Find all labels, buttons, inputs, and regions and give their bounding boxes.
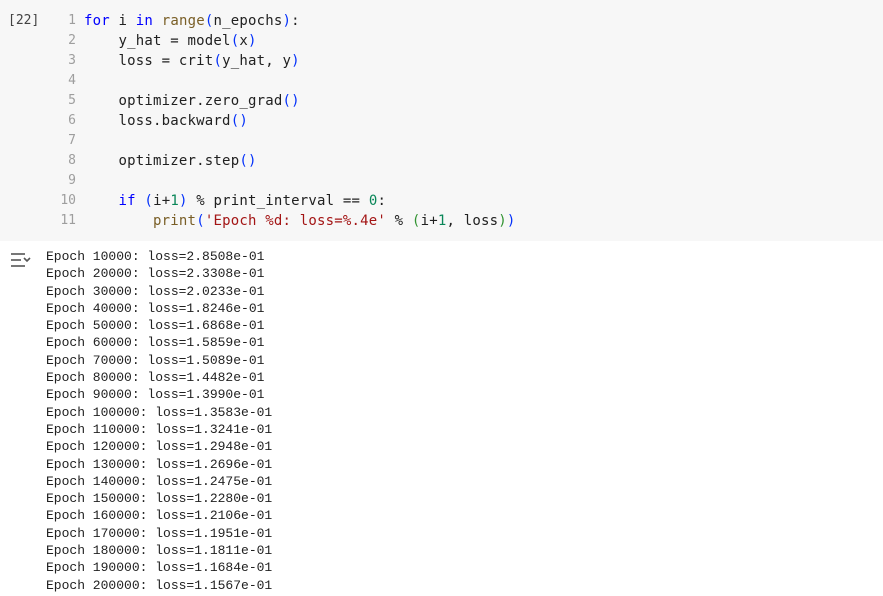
code-token: ) (282, 13, 292, 29)
output-line: Epoch 60000: loss=1.5859e-01 (46, 335, 265, 351)
line-number: 1 (68, 13, 76, 28)
code-token: optimizer.zero_grad (84, 93, 283, 109)
cell-output: Epoch 10000: loss=2.8508e-01 Epoch 20000:… (0, 248, 883, 596)
code-line[interactable]: 5 optimizer.zero_grad() (40, 91, 516, 111)
code-token: x (239, 33, 248, 49)
line-number: 9 (68, 173, 76, 188)
code-token: in (135, 13, 154, 29)
output-line: Epoch 50000: loss=1.6868e-01 (46, 318, 265, 334)
line-number: 3 (68, 53, 76, 68)
code-token: : (377, 193, 387, 209)
code-line[interactable]: 1 for i in range(n_epochs): (40, 11, 516, 31)
code-token: if (118, 193, 136, 209)
code-token: print (153, 213, 197, 229)
code-token: i+ (153, 193, 171, 209)
output-line: Epoch 110000: loss=1.3241e-01 (46, 421, 273, 437)
code-token: 1 (170, 193, 179, 209)
output-line: Epoch 40000: loss=1.8246e-01 (46, 300, 265, 316)
execution-count: [22] (8, 13, 40, 28)
notebook-cell: [22] 1 for i in range(n_epochs): 2 y_hat =… (0, 0, 883, 596)
code-token: () (239, 153, 257, 169)
code-text: for i in range(n_epochs): (84, 11, 300, 31)
code-token: n_epochs (213, 13, 283, 29)
code-token: range (161, 13, 205, 29)
code-token: 'Epoch %d: loss=%.4e' (204, 213, 387, 229)
output-line: Epoch 30000: loss=2.0233e-01 (46, 283, 265, 299)
code-line[interactable]: 4 (40, 71, 516, 91)
code-token: ( (196, 213, 205, 229)
code-token: i (109, 13, 136, 29)
output-line: Epoch 130000: loss=1.2696e-01 (46, 456, 273, 472)
code-line[interactable]: 10 if (i+1) % print_interval == 0: (40, 191, 516, 211)
code-text: if (i+1) % print_interval == 0: (84, 191, 386, 211)
output-line: Epoch 140000: loss=1.2475e-01 (46, 473, 273, 489)
code-token: loss = crit (84, 53, 214, 69)
output-line: Epoch 150000: loss=1.2280e-01 (46, 491, 273, 507)
code-token: , loss (446, 213, 499, 229)
code-line[interactable]: 2 y_hat = model(x) (40, 31, 516, 51)
line-number: 7 (68, 133, 76, 148)
code-token: loss.backward (84, 113, 231, 129)
code-text: optimizer.zero_grad() (84, 91, 300, 111)
code-token: % (386, 213, 412, 229)
output-line: Epoch 20000: loss=2.3308e-01 (46, 266, 265, 282)
code-token: % print_interval == (187, 193, 369, 209)
code-lines: 1 for i in range(n_epochs): 2 y_hat = mode… (40, 11, 516, 231)
output-text: Epoch 10000: loss=2.8508e-01 Epoch 20000:… (46, 248, 272, 594)
output-line: Epoch 190000: loss=1.1684e-01 (46, 560, 273, 576)
line-number: 5 (68, 93, 76, 108)
code-token: () (282, 93, 300, 109)
code-token: ) (506, 213, 516, 229)
code-token: ) (247, 33, 257, 49)
code-token: for (84, 13, 110, 29)
output-toggle-icon[interactable] (9, 250, 33, 270)
code-token: ) (498, 213, 507, 229)
code-token: ( (411, 213, 421, 229)
output-line: Epoch 120000: loss=1.2948e-01 (46, 439, 273, 455)
code-text: optimizer.step() (84, 151, 257, 171)
code-line[interactable]: 9 (40, 171, 516, 191)
output-line: Epoch 70000: loss=1.5089e-01 (46, 352, 265, 368)
output-line: Epoch 90000: loss=1.3990e-01 (46, 387, 265, 403)
code-text: loss.backward() (84, 111, 248, 131)
code-token: ( (144, 193, 154, 209)
line-number: 6 (68, 113, 76, 128)
output-line: Epoch 80000: loss=1.4482e-01 (46, 370, 265, 386)
code-line[interactable]: 3 loss = crit(y_hat, y) (40, 51, 516, 71)
code-line[interactable]: 11 print('Epoch %d: loss=%.4e' % (i+1, l… (40, 211, 516, 231)
line-number: 4 (68, 73, 76, 88)
code-line[interactable]: 7 (40, 131, 516, 151)
line-number: 10 (60, 193, 76, 208)
code-token: y_hat = model (84, 33, 231, 49)
code-token: ) (291, 53, 300, 69)
code-line[interactable]: 6 loss.backward() (40, 111, 516, 131)
code-token: i+ (420, 213, 438, 229)
code-token: : (291, 13, 300, 29)
code-token: () (230, 113, 248, 129)
line-number: 2 (68, 33, 76, 48)
code-text: print('Epoch %d: loss=%.4e' % (i+1, loss… (84, 211, 516, 231)
code-token: y_hat, y (222, 53, 292, 69)
output-line: Epoch 160000: loss=1.2106e-01 (46, 508, 273, 524)
output-line: Epoch 200000: loss=1.1567e-01 (46, 577, 273, 593)
line-number: 11 (60, 213, 76, 228)
output-line: Epoch 100000: loss=1.3583e-01 (46, 404, 273, 420)
code-token: ( (213, 53, 223, 69)
code-text: loss = crit(y_hat, y) (84, 51, 300, 71)
line-number: 8 (68, 153, 76, 168)
code-line[interactable]: 8 optimizer.step() (40, 151, 516, 171)
output-line: Epoch 170000: loss=1.1951e-01 (46, 525, 273, 541)
code-editor[interactable]: [22] 1 for i in range(n_epochs): 2 y_hat =… (0, 0, 883, 241)
code-token: ) (178, 193, 188, 209)
code-token: optimizer.step (84, 153, 240, 169)
output-line: Epoch 10000: loss=2.8508e-01 (46, 249, 265, 264)
code-text: y_hat = model(x) (84, 31, 257, 51)
output-line: Epoch 180000: loss=1.1811e-01 (46, 543, 273, 559)
